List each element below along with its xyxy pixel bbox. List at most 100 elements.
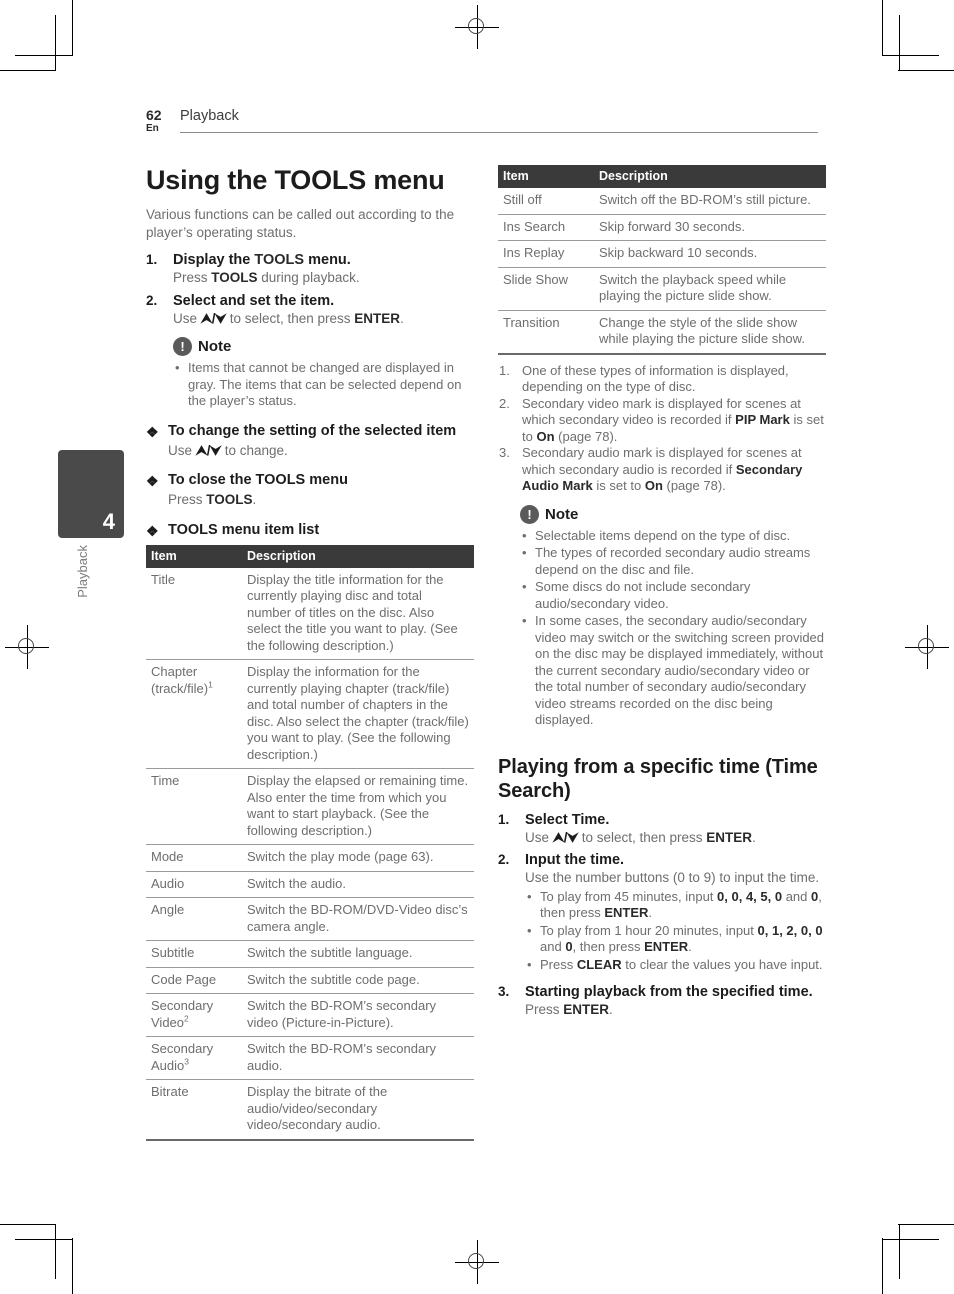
tools-menu-table: Item Description Title Display the title … xyxy=(146,544,474,1141)
step-body: Press ENTER. xyxy=(525,1001,826,1019)
step-heading: Input the time. xyxy=(525,852,625,868)
footnote-marker: 3 xyxy=(184,1056,189,1067)
example-mid2: , then press xyxy=(572,939,645,954)
time-search-steps-list: 1. Select Time. Use ⮝/⮟ to select, then … xyxy=(498,811,826,1019)
step-number: 2. xyxy=(146,292,158,308)
example-mid: and xyxy=(540,939,566,954)
cell-item: Secondary Video2 xyxy=(146,993,242,1037)
right-note-block: ! Note Selectable items depend on the ty… xyxy=(498,504,826,729)
note-bullet: The types of recorded secondary audio st… xyxy=(520,545,826,578)
cell-description: Skip forward 30 seconds. xyxy=(594,214,826,241)
step-body-post: . xyxy=(752,829,756,845)
cell-description: Skip backward 10 seconds. xyxy=(594,240,826,268)
sub-post: to change. xyxy=(220,442,288,458)
cell-item: Bitrate xyxy=(146,1079,242,1141)
cell-item: Slide Show xyxy=(498,267,594,311)
note-header: ! Note xyxy=(520,504,826,524)
input-example-bullet: Press CLEAR to clear the values you have… xyxy=(525,957,826,974)
cell-item: Angle xyxy=(146,897,242,941)
table-row: Secondary Audio3 Switch the BD-ROM’s seco… xyxy=(146,1036,474,1080)
cell-description: Switch the BD-ROM’s secondary audio. xyxy=(242,1036,474,1080)
step-number: 1. xyxy=(146,252,158,267)
example-key: CLEAR xyxy=(576,956,622,972)
sub-key: TOOLS xyxy=(206,492,253,507)
page-title: Using the TOOLS menu xyxy=(146,165,445,195)
cell-item-text: Secondary Audio xyxy=(151,1041,214,1073)
cell-description: Switch off the BD-ROM’s still picture. xyxy=(594,188,826,215)
step-body-pre: Use xyxy=(173,310,201,326)
page-number: 62 xyxy=(146,107,162,123)
subsection-body-change-setting: Use ⮝/⮟ to change. xyxy=(146,442,474,460)
note-title: Note xyxy=(198,338,232,355)
cell-description: Display the elapsed or remaining time. A… xyxy=(242,768,474,845)
up-down-arrow-icon: ⮝/⮟ xyxy=(200,310,227,326)
cell-item: Time xyxy=(146,768,242,845)
footnote-mid: is set to xyxy=(592,478,645,493)
example-values: 0, 0, 4, 5, 0 xyxy=(717,888,783,904)
up-down-arrow-icon: ⮝/⮟ xyxy=(552,829,579,845)
step-number: 1. xyxy=(498,811,510,827)
tools-steps-list: 1. Display the TOOLS menu. Press TOOLS d… xyxy=(146,251,474,327)
header-rule xyxy=(180,132,818,133)
footnote-key-1: PIP Mark xyxy=(735,412,790,427)
cell-item-text: Secondary Video xyxy=(151,998,214,1030)
table-row: Secondary Video2 Switch the BD-ROM’s seco… xyxy=(146,993,474,1037)
footnotes-list: 1. One of these types of information is … xyxy=(498,363,826,495)
example-suffix: . xyxy=(648,905,653,920)
cell-description: Switch the BD-ROM’s secondary video (Pic… xyxy=(242,993,474,1037)
table-row: Ins Replay Skip backward 10 seconds. xyxy=(498,240,826,268)
cell-item: Code Page xyxy=(146,967,242,994)
input-example-bullet: To play from 1 hour 20 minutes, input 0,… xyxy=(525,923,826,956)
step-body-pre: Press xyxy=(525,1002,564,1017)
cell-item: Secondary Audio3 xyxy=(146,1036,242,1080)
subsection-heading-change-setting: ❖ To change the setting of the selected … xyxy=(146,422,474,440)
cell-item: Audio xyxy=(146,871,242,898)
footnote-text: Secondary audio mark is displayed for sc… xyxy=(522,445,802,493)
step-head-tail: menu. xyxy=(304,252,351,268)
sub-post: . xyxy=(252,492,257,507)
table-header-row: Item Description xyxy=(498,165,826,188)
step-item: 2. Input the time. Use the number button… xyxy=(498,851,826,973)
cell-item-text: Chapter (track/file) xyxy=(151,664,209,696)
table-header-description: Description xyxy=(242,544,474,568)
example-suffix: . xyxy=(688,939,692,954)
cell-description: Switch the subtitle code page. xyxy=(242,967,474,994)
sub-pre: Press xyxy=(168,492,207,507)
footnote-key-2: On xyxy=(536,428,555,444)
chapter-label-wrap: Playback xyxy=(75,545,90,635)
subsection-heading-item-list: ❖ TOOLS menu item list xyxy=(146,521,474,539)
cell-description: Switch the audio. xyxy=(242,871,474,898)
step-body-post: . xyxy=(609,1002,613,1017)
footnote-item: 2. Secondary video mark is displayed for… xyxy=(498,396,826,446)
cell-item: Mode xyxy=(146,844,242,872)
subsection-heading-text: To change the setting of the selected it… xyxy=(168,422,457,439)
input-example-bullet: To play from 45 minutes, input 0, 0, 4, … xyxy=(525,889,826,922)
step-body-key: ENTER xyxy=(354,310,401,326)
step-head-key: TOOLS xyxy=(254,252,305,268)
cell-item-text: Mode xyxy=(151,849,184,864)
section-title-time-search: Playing from a specific time (Time Searc… xyxy=(498,755,818,802)
step-item: 2. Select and set the item. Use ⮝/⮟ to s… xyxy=(146,292,474,328)
example-prefix: To play from 1 hour 20 minutes, input xyxy=(540,922,758,938)
cell-item-text: Title xyxy=(151,571,176,587)
subsection-heading-text: To close the TOOLS menu xyxy=(168,472,348,488)
step-body-post: during playback. xyxy=(257,270,360,285)
language-code: En xyxy=(146,123,159,134)
chapter-number: 4 xyxy=(102,509,115,534)
table-header-item: Item xyxy=(498,165,594,188)
footnote-text: One of these types of information is dis… xyxy=(522,362,789,395)
table-header-item: Item xyxy=(146,544,242,568)
example-prefix: Press xyxy=(540,956,577,972)
chapter-label: Playback xyxy=(75,545,90,598)
step-body-key: ENTER xyxy=(563,1002,610,1017)
subsection-body-close-menu: Press TOOLS. xyxy=(146,491,474,509)
step-body: Use the number buttons (0 to 9) to input… xyxy=(525,870,820,885)
cell-item: Ins Replay xyxy=(498,240,594,268)
step-heading: Select Time. xyxy=(525,811,610,828)
subsection-heading-text: TOOLS menu item list xyxy=(168,521,320,538)
diamond-icon: ❖ xyxy=(146,522,159,539)
table-row: Still off Switch off the BD-ROM’s still p… xyxy=(498,188,826,215)
step-body: Use ⮝/⮟ to select, then press ENTER. xyxy=(525,829,826,847)
input-examples-list: To play from 45 minutes, input 0, 0, 4, … xyxy=(525,889,826,974)
example-key: ENTER xyxy=(644,939,689,954)
